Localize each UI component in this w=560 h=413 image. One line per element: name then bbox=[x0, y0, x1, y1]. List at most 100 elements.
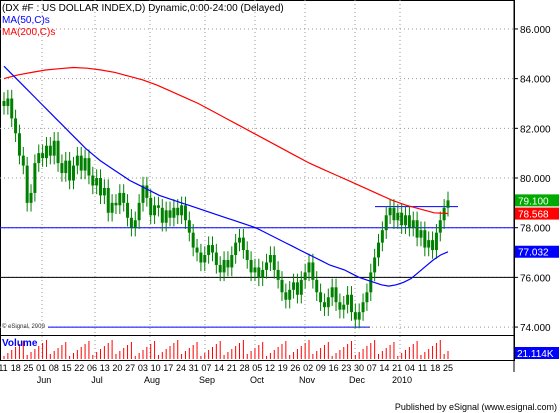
candle-body bbox=[164, 210, 168, 223]
candle-body bbox=[52, 140, 56, 156]
candle-body bbox=[380, 230, 384, 243]
candle-body bbox=[249, 259, 253, 273]
candle-body bbox=[218, 264, 222, 273]
x-day-label: 12 bbox=[265, 363, 275, 373]
candle-body bbox=[338, 302, 342, 310]
candle-body bbox=[99, 178, 103, 196]
candle-body bbox=[226, 259, 230, 268]
candle-body bbox=[384, 215, 388, 231]
candle-body bbox=[415, 220, 419, 238]
candle-body bbox=[288, 289, 292, 300]
candle-body bbox=[17, 133, 21, 156]
x-day-label: 16 bbox=[329, 363, 339, 373]
candle-body bbox=[133, 220, 137, 228]
y-tick-label: 74.000 bbox=[520, 323, 551, 334]
candle-body bbox=[407, 215, 411, 228]
candle-body bbox=[346, 294, 350, 305]
candle-body bbox=[330, 287, 334, 298]
candle-body bbox=[214, 252, 218, 265]
x-day-label: 24 bbox=[176, 363, 186, 373]
ma200-line bbox=[3, 66, 449, 215]
candle-body bbox=[396, 212, 400, 221]
y-tick-label: 84.000 bbox=[520, 75, 551, 86]
candle-body bbox=[268, 255, 272, 263]
candle-body bbox=[272, 255, 276, 270]
candle-body bbox=[129, 217, 133, 228]
candle-body bbox=[199, 252, 203, 263]
candle-body bbox=[114, 202, 118, 206]
x-day-label: 01 bbox=[36, 363, 46, 373]
candle-body bbox=[392, 207, 396, 221]
candle-body bbox=[377, 242, 381, 258]
candle-body bbox=[79, 155, 83, 171]
candle-body bbox=[203, 255, 207, 263]
x-day-label: 22 bbox=[74, 363, 84, 373]
x-day-label: 02 bbox=[303, 363, 313, 373]
candle-body bbox=[404, 215, 408, 226]
x-day-label: 11 bbox=[418, 363, 427, 373]
candle-body bbox=[284, 292, 288, 300]
x-day-label: 06 bbox=[87, 363, 97, 373]
candle-body bbox=[434, 232, 438, 251]
candle-body bbox=[25, 165, 29, 203]
y-tick-label: 82.000 bbox=[520, 124, 551, 135]
candle-body bbox=[60, 163, 64, 174]
x-day-label: 20 bbox=[112, 363, 122, 373]
candle-body bbox=[342, 304, 346, 310]
candle-body bbox=[91, 175, 95, 186]
candle-body bbox=[446, 200, 450, 208]
x-day-label: 07 bbox=[201, 363, 211, 373]
candle-body bbox=[265, 262, 269, 270]
x-day-label: 15 bbox=[62, 363, 72, 373]
candle-body bbox=[230, 255, 234, 268]
y-tick-label: 76.000 bbox=[520, 273, 551, 284]
volume-label: Volume bbox=[2, 338, 38, 349]
ma50-legend: MA(50,C)s bbox=[2, 15, 50, 26]
x-day-label: 08 bbox=[49, 363, 59, 373]
volume-badge: 21.114K bbox=[517, 349, 554, 360]
candle-body bbox=[369, 272, 373, 293]
candle-body bbox=[156, 205, 160, 208]
grid bbox=[0, 0, 515, 372]
x-day-label: 17 bbox=[163, 363, 173, 373]
candle-body bbox=[292, 282, 296, 290]
candle-body bbox=[195, 247, 199, 253]
candle-body bbox=[438, 220, 442, 233]
candle-body bbox=[361, 302, 365, 313]
x-month-label: Jun bbox=[37, 375, 52, 385]
candle-body bbox=[423, 230, 427, 248]
x-day-label: 30 bbox=[354, 363, 364, 373]
candle-body bbox=[253, 267, 257, 273]
candle-body bbox=[14, 118, 18, 134]
copyright-label: © eSignal, 2009 bbox=[2, 324, 45, 330]
candle-body bbox=[37, 153, 41, 164]
x-day-label: 21 bbox=[227, 363, 237, 373]
candle-body bbox=[427, 240, 431, 248]
candle-body bbox=[322, 302, 326, 308]
candle-body bbox=[48, 145, 52, 156]
candle-body bbox=[299, 279, 303, 295]
candle-body bbox=[21, 155, 25, 166]
candle-body bbox=[145, 185, 149, 198]
x-day-label: 26 bbox=[290, 363, 300, 373]
candle-body bbox=[400, 212, 404, 226]
candle-body bbox=[64, 160, 68, 174]
x-day-label: 14 bbox=[214, 363, 224, 373]
x-day-label: 23 bbox=[341, 363, 351, 373]
candle-body bbox=[87, 158, 91, 176]
candle-body bbox=[75, 155, 79, 166]
candle-body bbox=[71, 165, 75, 181]
chart-title: (DX #F : US DOLLAR INDEX,D) Dynamic,0:00… bbox=[2, 3, 284, 14]
candle-body bbox=[238, 237, 242, 243]
volume-bars bbox=[3, 340, 449, 359]
x-month-label: Oct bbox=[250, 375, 265, 385]
candle-body bbox=[106, 187, 110, 213]
candle-body bbox=[365, 292, 369, 303]
candle-body bbox=[168, 210, 172, 218]
x-month-label: Sep bbox=[199, 375, 215, 385]
candle-body bbox=[95, 178, 99, 186]
candle-body bbox=[10, 98, 14, 119]
ma200-legend: MA(200,C)s bbox=[2, 27, 56, 38]
candle-body bbox=[153, 205, 157, 216]
x-day-label: 25 bbox=[443, 363, 453, 373]
